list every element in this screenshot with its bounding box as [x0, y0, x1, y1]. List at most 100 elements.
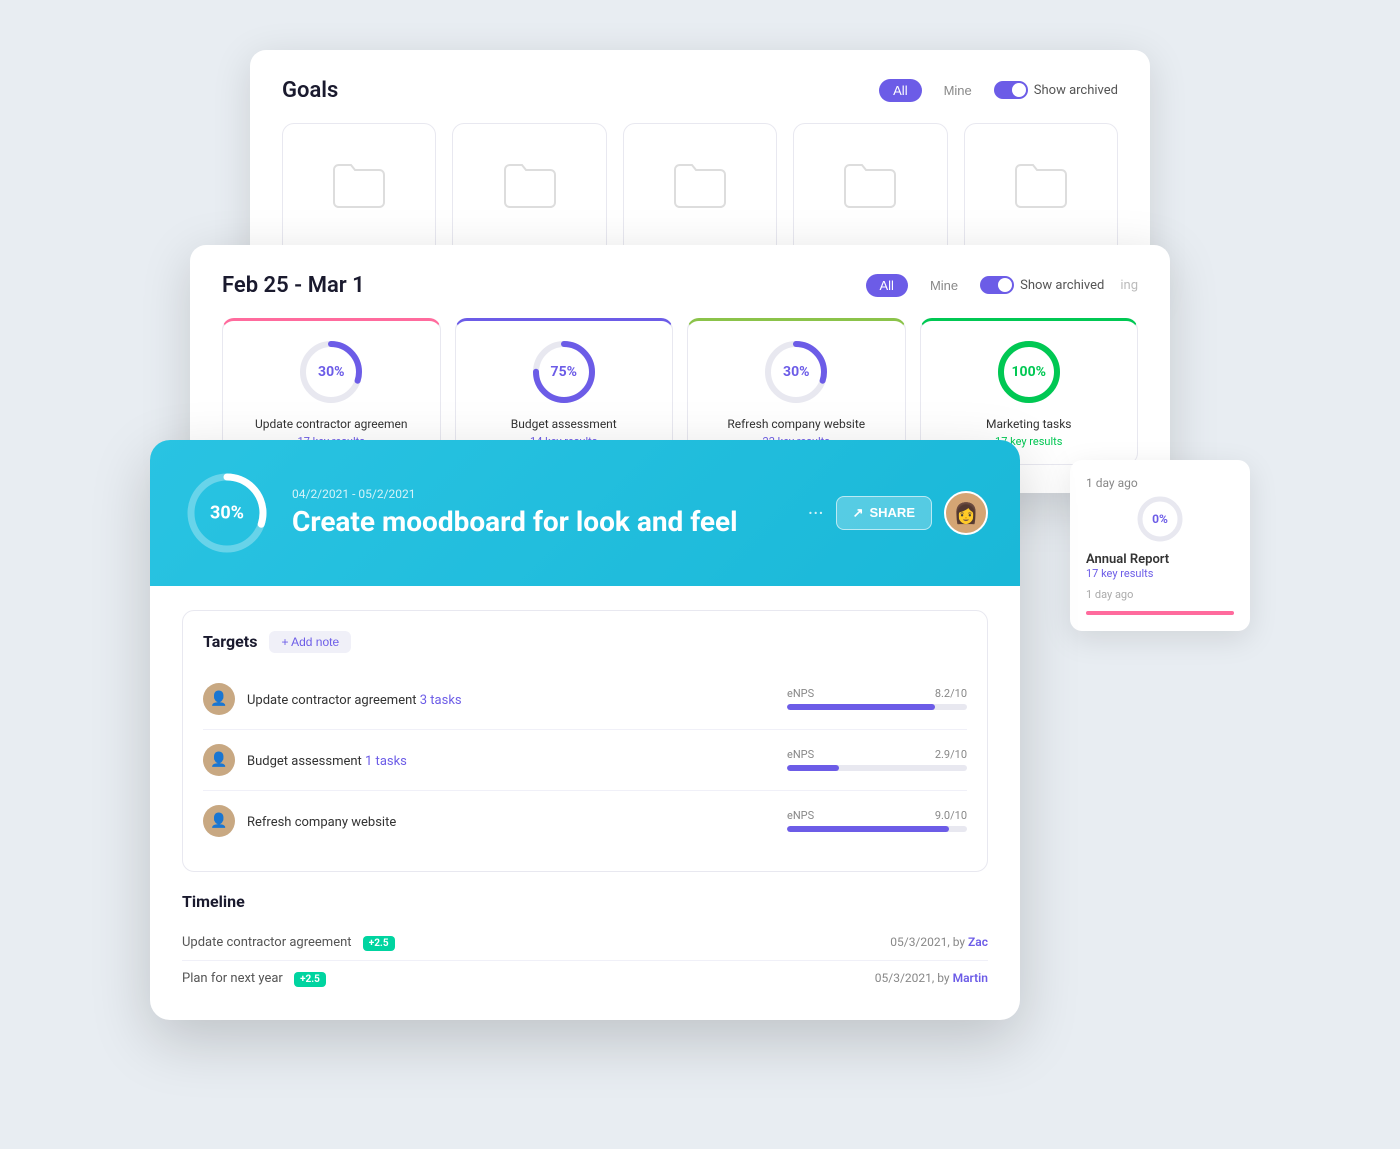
target-row-3: 👤 Refresh company website eNPS 9.0/10	[203, 791, 967, 851]
targets-section: Targets + Add note 👤 Update contractor a…	[182, 610, 988, 872]
metric-label-row-3: eNPS 9.0/10	[787, 809, 967, 822]
ring-label-4: 100%	[1012, 364, 1046, 380]
metric-bar-fill-1	[787, 704, 935, 710]
main-body: Targets + Add note 👤 Update contractor a…	[150, 586, 1020, 1020]
toggle-switch[interactable]	[994, 81, 1028, 99]
target-info-3: Refresh company website	[247, 811, 787, 830]
main-title: Create moodboard for look and feel	[292, 505, 788, 538]
annual-report-title: Annual Report	[1086, 552, 1234, 567]
targets-header: Targets + Add note	[203, 631, 967, 653]
week-goal-name-3: Refresh company website	[727, 417, 865, 431]
week-goal-name-2: Budget assessment	[511, 417, 617, 431]
time-ago-label-1: 1 day ago	[1086, 476, 1234, 490]
show-archived-toggle[interactable]: Show archived	[994, 81, 1118, 99]
folder-icon-1	[329, 160, 389, 210]
metric-bar-fill-2	[787, 765, 839, 771]
week-filters: All Mine Show archived ing	[866, 274, 1139, 297]
goals-header: Goals All Mine Show archived	[282, 78, 1118, 103]
timeline-person-2: Martin	[953, 971, 988, 985]
target-avatar-3: 👤	[203, 805, 235, 837]
metric-bar-bg-1	[787, 704, 967, 710]
timeline-title: Timeline	[182, 892, 988, 911]
main-header-actions: ··· ↗ SHARE 👩	[808, 491, 988, 535]
main-ring-label: 30%	[210, 502, 244, 523]
metric-label-2: eNPS	[787, 748, 814, 761]
targets-title: Targets	[203, 632, 257, 651]
target-name-1: Update contractor agreement	[247, 693, 420, 708]
ring-label-3: 30%	[783, 364, 809, 380]
goals-filters: All Mine Show archived	[879, 79, 1118, 102]
target-row-1: 👤 Update contractor agreement 3 tasks eN…	[203, 669, 967, 730]
main-header-content: 04/2/2021 - 05/2/2021 Create moodboard f…	[292, 487, 788, 538]
week-toggle[interactable]	[980, 276, 1014, 294]
timeline-item-1: Update contractor agreement +2.5	[182, 935, 890, 950]
timeline-badge-2: +2.5	[294, 972, 326, 987]
target-row-2: 👤 Budget assessment 1 tasks eNPS 2.9/10	[203, 730, 967, 791]
timeline-row-1: Update contractor agreement +2.5 05/3/20…	[182, 925, 988, 961]
progress-ring-2: 75%	[529, 337, 599, 407]
metric-value-3: 9.0/10	[935, 809, 967, 822]
timeline-section: Timeline Update contractor agreement +2.…	[182, 892, 988, 996]
metric-bar-bg-3	[787, 826, 967, 832]
week-mine-btn[interactable]: Mine	[916, 274, 972, 297]
week-goal-name-4: Marketing tasks	[986, 417, 1072, 431]
folder-icon-2	[500, 160, 560, 210]
folder-icon-3	[670, 160, 730, 210]
metric-label-row-1: eNPS 8.2/10	[787, 687, 967, 700]
metric-label-row-2: eNPS 2.9/10	[787, 748, 967, 761]
target-info-2: Budget assessment 1 tasks	[247, 750, 787, 769]
target-metric-2: eNPS 2.9/10	[787, 748, 967, 771]
metric-bar-bg-2	[787, 765, 967, 771]
add-note-button[interactable]: + Add note	[269, 631, 351, 653]
main-progress-ring: 30%	[182, 468, 272, 558]
annual-report-ring: 0%	[1135, 494, 1185, 544]
goals-title: Goals	[282, 78, 338, 103]
progress-ring-3: 30%	[761, 337, 831, 407]
annual-report-bar	[1086, 611, 1234, 615]
folder-icon-5	[1011, 160, 1071, 210]
main-date-range: 04/2/2021 - 05/2/2021	[292, 487, 788, 501]
timeline-badge-1: +2.5	[363, 936, 395, 951]
metric-label-1: eNPS	[787, 687, 814, 700]
main-header: 30% 04/2/2021 - 05/2/2021 Create moodboa…	[150, 440, 1020, 586]
timeline-item-2: Plan for next year +2.5	[182, 971, 875, 986]
week-header: Feb 25 - Mar 1 All Mine Show archived in…	[222, 273, 1138, 298]
target-name-2: Budget assessment	[247, 754, 365, 769]
target-link-2[interactable]: 1 tasks	[365, 754, 407, 769]
share-label: SHARE	[869, 505, 915, 520]
more-options-icon[interactable]: ···	[808, 501, 824, 525]
folder-icon-4	[840, 160, 900, 210]
toggle-text: Show archived	[1034, 83, 1118, 98]
timeline-date-2: 05/3/2021, by Martin	[875, 971, 988, 985]
target-link-1[interactable]: 3 tasks	[420, 693, 462, 708]
annual-report-results: 17 key results	[1086, 567, 1234, 580]
week-title: Feb 25 - Mar 1	[222, 273, 365, 298]
metric-value-1: 8.2/10	[935, 687, 967, 700]
all-filter-btn[interactable]: All	[879, 79, 921, 102]
week-extra: ing	[1120, 278, 1138, 293]
share-button[interactable]: ↗ SHARE	[836, 496, 932, 530]
metric-value-2: 2.9/10	[935, 748, 967, 761]
mine-filter-btn[interactable]: Mine	[930, 79, 986, 102]
metric-label-3: eNPS	[787, 809, 814, 822]
ring-label-2: 75%	[551, 364, 577, 380]
timeline-row-2: Plan for next year +2.5 05/3/2021, by Ma…	[182, 961, 988, 996]
progress-ring-1: 30%	[296, 337, 366, 407]
week-all-btn[interactable]: All	[866, 274, 908, 297]
ring-label-1: 30%	[318, 364, 344, 380]
main-card: 30% 04/2/2021 - 05/2/2021 Create moodboa…	[150, 440, 1020, 1020]
progress-ring-4: 100%	[994, 337, 1064, 407]
timeline-date-1: 05/3/2021, by Zac	[890, 935, 988, 949]
metric-bar-fill-3	[787, 826, 949, 832]
target-metric-1: eNPS 8.2/10	[787, 687, 967, 710]
week-show-archived[interactable]: Show archived	[980, 276, 1104, 294]
target-avatar-1: 👤	[203, 683, 235, 715]
annual-ring-label: 0%	[1152, 512, 1168, 526]
annual-report-card: 1 day ago 0% Annual Report 17 key result…	[1070, 460, 1250, 631]
target-metric-3: eNPS 9.0/10	[787, 809, 967, 832]
target-avatar-2: 👤	[203, 744, 235, 776]
week-toggle-text: Show archived	[1020, 278, 1104, 293]
target-name-3: Refresh company website	[247, 815, 396, 830]
annual-report-time: 1 day ago	[1086, 588, 1234, 601]
target-info-1: Update contractor agreement 3 tasks	[247, 689, 787, 708]
